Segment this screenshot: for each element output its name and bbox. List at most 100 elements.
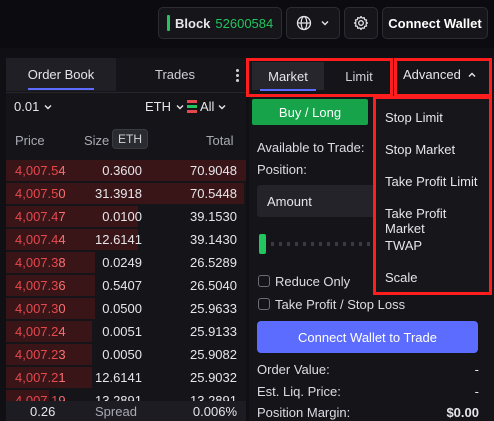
order-book-row[interactable]: 4,007.50 31.3918 70.5448 — [6, 183, 246, 204]
chevron-down-icon — [218, 104, 226, 109]
ask-total: 70.9048 — [190, 163, 237, 178]
ask-size: 0.0050 — [102, 347, 142, 362]
order-book-row[interactable]: 4,007.30 0.0500 25.9633 — [6, 298, 246, 319]
reduce-only-checkbox[interactable] — [258, 275, 270, 287]
order-book-row[interactable]: 4,007.24 0.0051 25.9133 — [6, 321, 246, 342]
order-book-row[interactable]: 4,007.47 0.0100 39.1530 — [6, 206, 246, 227]
ask-price: 4,007.21 — [15, 370, 66, 385]
ask-price: 4,007.36 — [15, 278, 66, 293]
advanced-dropdown-toggle[interactable]: Advanced — [403, 67, 477, 82]
asset-select[interactable]: ETH — [145, 99, 185, 114]
buy-long-button[interactable]: Buy / Long — [252, 99, 368, 125]
ask-total: 70.5448 — [190, 186, 237, 201]
connect-wallet-to-trade-button[interactable]: Connect Wallet to Trade — [257, 321, 478, 353]
ask-size: 12.6141 — [95, 370, 142, 385]
ask-total: 25.9032 — [190, 370, 237, 385]
active-tab-indicator — [28, 88, 94, 90]
chevron-down-icon — [321, 21, 329, 26]
ask-price: 4,007.38 — [15, 255, 66, 270]
ask-price: 4,007.30 — [15, 301, 66, 316]
ask-total: 25.9633 — [190, 301, 237, 316]
col-header-size: Size — [84, 133, 110, 148]
block-number: 52600584 — [215, 15, 274, 31]
order-book-row[interactable]: 4,007.54 0.3600 70.9048 — [6, 160, 246, 181]
settings-button[interactable] — [344, 7, 378, 39]
ask-size: 12.6141 — [95, 232, 142, 247]
liq-price-value: - — [474, 384, 479, 399]
ask-size: 31.3918 — [95, 186, 142, 201]
highlight-box-order-type-tabs — [246, 58, 393, 97]
asset-value: ETH — [145, 99, 171, 114]
liq-price-label: Est. Liq. Price: — [257, 384, 341, 399]
position-label: Position: — [257, 162, 307, 177]
reduce-only-label: Reduce Only — [275, 274, 351, 289]
ask-size: 0.5407 — [102, 278, 142, 293]
order-book-row[interactable]: 4,007.38 0.0249 26.5289 — [6, 252, 246, 273]
ask-price: 4,007.50 — [15, 186, 66, 201]
ask-total: 26.5040 — [190, 278, 237, 293]
ask-price: 4,007.44 — [15, 232, 66, 247]
size-slider-handle[interactable] — [259, 234, 266, 254]
ask-price: 4,007.54 — [15, 163, 66, 178]
order-book-row[interactable]: 4,007.44 12.6141 39.1430 — [6, 229, 246, 250]
tpsl-checkbox[interactable] — [258, 298, 270, 310]
chevron-up-icon — [468, 72, 476, 77]
advanced-order-menu: Stop Limit Stop Market Take Profit Limit… — [373, 96, 492, 295]
divider — [6, 92, 246, 93]
amount-input[interactable]: Amount — [257, 185, 375, 217]
tick-size-select[interactable]: 0.01 — [14, 99, 53, 114]
ask-size: 0.0100 — [102, 209, 142, 224]
ask-size: 0.0249 — [102, 255, 142, 270]
size-slider-track[interactable] — [263, 242, 375, 246]
language-button[interactable] — [286, 7, 340, 39]
amount-label: Amount — [267, 193, 312, 209]
col-header-total: Total — [206, 133, 234, 148]
spread-row: 0.26 Spread 0.006% — [6, 401, 246, 421]
order-value-label: Order Value: — [257, 362, 330, 377]
tpsl-label: Take Profit / Stop Loss — [275, 297, 406, 312]
menu-item-stop-limit[interactable]: Stop Limit — [385, 110, 443, 125]
order-book-row[interactable]: 4,007.21 12.6141 25.9032 — [6, 367, 246, 388]
globe-icon — [296, 15, 312, 31]
order-book-row[interactable]: 4,007.23 0.0050 25.9082 — [6, 344, 246, 365]
connect-wallet-button[interactable]: Connect Wallet — [382, 7, 488, 39]
position-margin-value: $0.00 — [446, 405, 479, 420]
available-to-trade-label: Available to Trade: — [257, 140, 365, 155]
tick-size-value: 0.01 — [14, 99, 40, 114]
chevron-down-icon — [176, 104, 184, 109]
filter-value: All — [200, 99, 215, 114]
col-header-price: Price — [15, 133, 45, 148]
tab-trades[interactable]: Trades — [116, 58, 234, 91]
ask-total: 25.9133 — [190, 324, 237, 339]
ask-size: 0.3600 — [102, 163, 142, 178]
menu-item-take-profit-limit[interactable]: Take Profit Limit — [385, 174, 477, 189]
book-filter-select[interactable]: All — [187, 99, 227, 114]
block-indicator: Block 52600584 — [158, 7, 282, 39]
spread-label: Spread — [95, 404, 137, 419]
order-value: - — [474, 362, 479, 377]
more-options-icon[interactable] — [232, 65, 242, 85]
advanced-label: Advanced — [403, 67, 461, 82]
ask-size: 0.0500 — [102, 301, 142, 316]
order-book-row[interactable]: 4,007.36 0.5407 26.5040 — [6, 275, 246, 296]
menu-item-take-profit-market[interactable]: Take Profit Market — [385, 206, 489, 236]
menu-item-stop-market[interactable]: Stop Market — [385, 142, 455, 157]
ask-price: 4,007.47 — [15, 209, 66, 224]
ask-total: 39.1430 — [190, 232, 237, 247]
ask-total: 25.9082 — [190, 347, 237, 362]
chevron-down-icon — [44, 104, 52, 109]
spread-value: 0.26 — [30, 404, 56, 419]
spread-percent: 0.006% — [192, 404, 237, 419]
menu-item-twap[interactable]: TWAP — [385, 238, 422, 253]
ask-price: 4,007.24 — [15, 324, 66, 339]
ask-price: 4,007.23 — [15, 347, 66, 362]
block-label: Block — [175, 15, 211, 31]
tab-order-book[interactable]: Order Book — [6, 58, 116, 91]
ask-total: 26.5289 — [190, 255, 237, 270]
size-unit-toggle[interactable]: ETH — [112, 129, 148, 149]
gear-icon — [353, 15, 369, 31]
menu-item-scale[interactable]: Scale — [385, 270, 418, 285]
ask-size: 0.0051 — [102, 324, 142, 339]
bid-ask-bars-icon — [187, 100, 197, 113]
position-margin-label: Position Margin: — [257, 405, 351, 420]
